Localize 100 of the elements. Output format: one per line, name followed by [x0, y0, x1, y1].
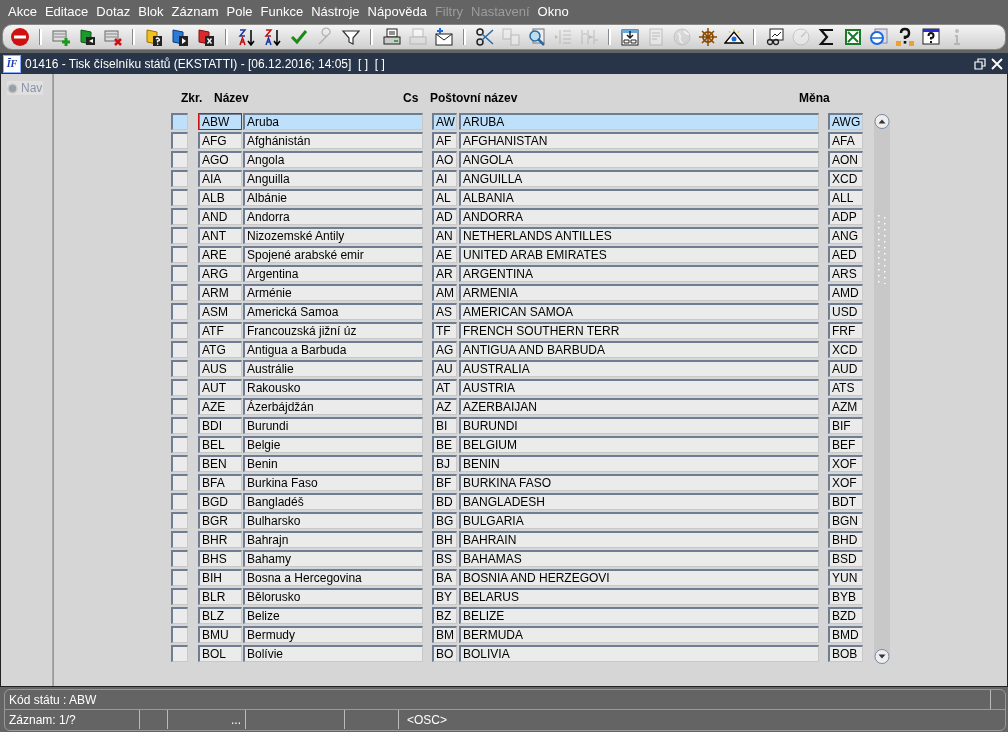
row-selector[interactable] — [171, 246, 188, 263]
currency-cell[interactable]: FRF — [828, 322, 863, 339]
country-cell[interactable]: BA — [432, 569, 457, 586]
postal-name-cell[interactable]: BURUNDI — [459, 417, 819, 434]
postal-name-cell[interactable]: NETHERLANDS ANTILLES — [459, 227, 819, 244]
name-cell[interactable]: Americká Samoa — [243, 303, 423, 320]
country-cell[interactable]: AO — [432, 151, 457, 168]
row-selector[interactable] — [171, 531, 188, 548]
postal-name-cell[interactable]: ANGUILLA — [459, 170, 819, 187]
scissors-icon[interactable] — [475, 27, 495, 47]
name-cell[interactable]: Antigua a Barbuda — [243, 341, 423, 358]
row-selector[interactable] — [171, 626, 188, 643]
country-cell[interactable]: AZ — [432, 398, 457, 415]
query-run-icon[interactable] — [170, 27, 190, 47]
row-selector[interactable] — [171, 284, 188, 301]
currency-cell[interactable]: BGN — [828, 512, 863, 529]
name-cell[interactable]: Nizozemské Antily — [243, 227, 423, 244]
code-cell[interactable]: ARM — [198, 284, 242, 301]
name-cell[interactable]: Bangladéš — [243, 493, 423, 510]
code-cell[interactable]: BFA — [198, 474, 242, 491]
name-cell[interactable]: Bosna a Hercegovina — [243, 569, 423, 586]
menu-item[interactable]: Editace — [40, 4, 93, 19]
row-selector[interactable] — [171, 645, 188, 662]
name-cell[interactable]: Bulharsko — [243, 512, 423, 529]
name-cell[interactable]: Ázerbájdžán — [243, 398, 423, 415]
currency-cell[interactable]: ANG — [828, 227, 863, 244]
country-cell[interactable]: AG — [432, 341, 457, 358]
row-selector[interactable] — [171, 151, 188, 168]
name-cell[interactable]: Belize — [243, 607, 423, 624]
currency-cell[interactable]: BEF — [828, 436, 863, 453]
row-selector[interactable] — [171, 208, 188, 225]
code-cell[interactable]: BHS — [198, 550, 242, 567]
code-cell[interactable]: AZE — [198, 398, 242, 415]
country-cell[interactable]: BM — [432, 626, 457, 643]
postal-name-cell[interactable]: BOLIVIA — [459, 645, 819, 662]
currency-cell[interactable]: AUD — [828, 360, 863, 377]
row-selector[interactable] — [171, 227, 188, 244]
menu-item[interactable]: Blok — [134, 4, 168, 19]
row-selector[interactable] — [171, 512, 188, 529]
record-delete-icon[interactable] — [103, 27, 123, 47]
country-cell[interactable]: AI — [432, 170, 457, 187]
country-cell[interactable]: BZ — [432, 607, 457, 624]
name-cell[interactable]: Austrálie — [243, 360, 423, 377]
postal-name-cell[interactable]: BOSNIA AND HERZEGOVI — [459, 569, 819, 586]
currency-cell[interactable]: USD — [828, 303, 863, 320]
name-cell[interactable]: Burkina Faso — [243, 474, 423, 491]
postal-name-cell[interactable]: BURKINA FASO — [459, 474, 819, 491]
country-cell[interactable]: AT — [432, 379, 457, 396]
country-cell[interactable]: BH — [432, 531, 457, 548]
help-window-icon[interactable] — [921, 27, 941, 47]
name-cell[interactable]: Anguilla — [243, 170, 423, 187]
country-cell[interactable]: AD — [432, 208, 457, 225]
postal-name-cell[interactable]: BAHAMAS — [459, 550, 819, 567]
postal-name-cell[interactable]: AUSTRIA — [459, 379, 819, 396]
row-selector[interactable] — [171, 341, 188, 358]
menu-item[interactable]: Dotaz — [92, 4, 135, 19]
code-cell[interactable]: BIH — [198, 569, 242, 586]
postal-name-cell[interactable]: FRENCH SOUTHERN TERR — [459, 322, 819, 339]
code-cell[interactable]: ARE — [198, 246, 242, 263]
postal-name-cell[interactable]: UNITED ARAB EMIRATES — [459, 246, 819, 263]
currency-cell[interactable]: AWG — [828, 113, 863, 130]
currency-cell[interactable]: BIF — [828, 417, 863, 434]
postal-name-cell[interactable]: AUSTRALIA — [459, 360, 819, 377]
currency-cell[interactable]: XCD — [828, 170, 863, 187]
magnifier-icon[interactable] — [527, 27, 547, 47]
row-selector[interactable] — [171, 189, 188, 206]
query-icon[interactable] — [144, 27, 164, 47]
row-selector[interactable] — [171, 170, 188, 187]
currency-cell[interactable]: BHD — [828, 531, 863, 548]
postal-name-cell[interactable]: ANTIGUA AND BARBUDA — [459, 341, 819, 358]
name-cell[interactable]: Bělorusko — [243, 588, 423, 605]
menu-item[interactable]: Záznam — [167, 4, 223, 19]
postal-name-cell[interactable]: BELARUS — [459, 588, 819, 605]
menu-item[interactable]: Nástroje — [307, 4, 364, 19]
sort-descending-icon[interactable] — [263, 27, 283, 47]
country-cell[interactable]: AF — [432, 132, 457, 149]
menu-item[interactable]: Nápověda — [363, 4, 431, 19]
country-cell[interactable]: BS — [432, 550, 457, 567]
currency-cell[interactable]: AED — [828, 246, 863, 263]
country-cell[interactable]: AR — [432, 265, 457, 282]
record-insert-icon[interactable] — [77, 27, 97, 47]
code-cell[interactable]: ATG — [198, 341, 242, 358]
postal-name-cell[interactable]: BANGLADESH — [459, 493, 819, 510]
code-cell[interactable]: AUS — [198, 360, 242, 377]
country-cell[interactable]: BO — [432, 645, 457, 662]
currency-cell[interactable]: ATS — [828, 379, 863, 396]
currency-cell[interactable]: AFA — [828, 132, 863, 149]
row-selector[interactable] — [171, 493, 188, 510]
name-cell[interactable]: Francouzská jižní úz — [243, 322, 423, 339]
code-cell[interactable]: ASM — [198, 303, 242, 320]
row-selector[interactable] — [171, 474, 188, 491]
name-cell[interactable]: Belgie — [243, 436, 423, 453]
restore-icon[interactable] — [974, 57, 986, 70]
code-cell[interactable]: BOL — [198, 645, 242, 662]
name-cell[interactable]: Burundi — [243, 417, 423, 434]
row-selector[interactable] — [171, 379, 188, 396]
help-icon[interactable] — [895, 27, 915, 47]
ship-wheel-icon[interactable] — [698, 27, 718, 47]
filter-icon[interactable] — [341, 27, 361, 47]
currency-cell[interactable]: AMD — [828, 284, 863, 301]
